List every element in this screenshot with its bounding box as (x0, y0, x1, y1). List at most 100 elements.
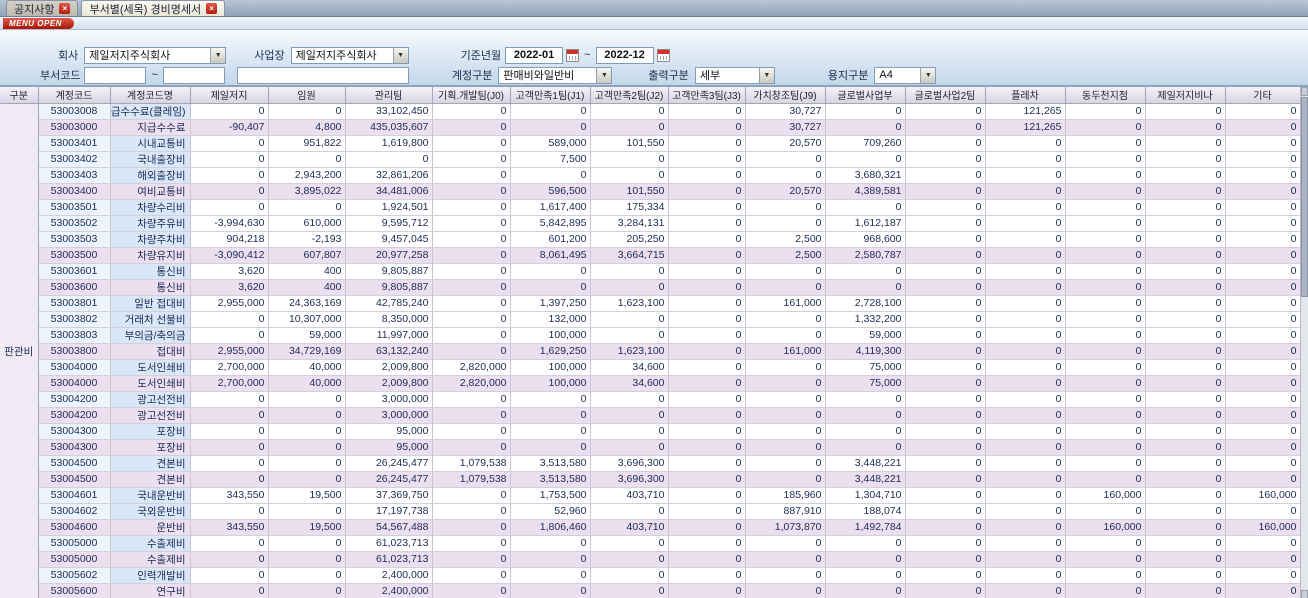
value-cell[interactable]: 0 (590, 423, 669, 440)
value-cell[interactable]: 0 (268, 103, 346, 120)
table-row[interactable]: 53004600 운반비 343,550 19,500 54,567,488 0 1,806… (0, 519, 1301, 536)
value-cell[interactable]: 0 (985, 151, 1066, 168)
account-code-cell[interactable]: 53004601 (38, 487, 111, 504)
value-cell[interactable]: 20,570 (745, 135, 826, 152)
value-cell[interactable]: 0 (1065, 439, 1146, 456)
value-cell[interactable]: -3,090,412 (190, 247, 269, 264)
value-cell[interactable]: 3,696,300 (590, 471, 669, 488)
value-cell[interactable]: 3,513,580 (510, 471, 591, 488)
value-cell[interactable]: 0 (985, 567, 1066, 584)
value-cell[interactable]: 0 (268, 535, 346, 552)
value-cell[interactable]: 0 (432, 215, 511, 232)
value-cell[interactable]: 0 (510, 567, 591, 584)
value-cell[interactable]: 0 (432, 183, 511, 200)
account-name-cell[interactable]: 국내운반비 (110, 487, 191, 504)
value-cell[interactable]: 0 (985, 263, 1066, 280)
value-cell[interactable]: 0 (1145, 455, 1226, 472)
column-header[interactable]: 고객만족3팀(J3) (668, 87, 746, 104)
value-cell[interactable]: 0 (268, 423, 346, 440)
value-cell[interactable]: 0 (190, 439, 269, 456)
value-cell[interactable]: 0 (432, 391, 511, 408)
dept-to-input[interactable] (162, 66, 225, 84)
value-cell[interactable]: 0 (190, 167, 269, 184)
account-name-cell[interactable]: 인력개발비 (110, 567, 191, 584)
column-header[interactable]: 글로벌사업2팀 (905, 87, 986, 104)
value-cell[interactable]: 0 (745, 151, 826, 168)
account-code-cell[interactable]: 53003600 (38, 279, 111, 296)
table-row[interactable]: 53004500 견본비 0 0 26,245,477 1,079,538 3,513,58… (0, 455, 1301, 472)
value-cell[interactable]: 0 (668, 135, 746, 152)
value-cell[interactable]: 0 (590, 439, 669, 456)
value-cell[interactable]: 52,960 (510, 503, 591, 520)
value-cell[interactable]: 0 (1225, 535, 1301, 552)
value-cell[interactable]: 34,600 (590, 375, 669, 392)
value-cell[interactable]: 7,500 (510, 151, 591, 168)
column-header[interactable]: 계정코드명 (110, 87, 191, 104)
value-cell[interactable]: 0 (1065, 247, 1146, 264)
value-cell[interactable]: 0 (1145, 231, 1226, 248)
value-cell[interactable]: 1,619,800 (345, 135, 433, 152)
value-cell[interactable]: 59,000 (825, 327, 906, 344)
account-code-cell[interactable]: 53004200 (38, 407, 111, 424)
value-cell[interactable]: 596,500 (510, 183, 591, 200)
value-cell[interactable]: 0 (1225, 199, 1301, 216)
value-cell[interactable]: 3,448,221 (825, 455, 906, 472)
value-cell[interactable]: 0 (432, 231, 511, 248)
value-cell[interactable]: 0 (668, 583, 746, 598)
value-cell[interactable]: 0 (1065, 455, 1146, 472)
account-code-cell[interactable]: 53004200 (38, 391, 111, 408)
column-header[interactable]: 기타 (1225, 87, 1301, 104)
account-code-cell[interactable]: 53003500 (38, 247, 111, 264)
value-cell[interactable]: 0 (668, 231, 746, 248)
value-cell[interactable]: 0 (1225, 103, 1301, 120)
value-cell[interactable]: 0 (1145, 583, 1226, 598)
value-cell[interactable]: 0 (1145, 167, 1226, 184)
value-cell[interactable]: 0 (825, 391, 906, 408)
value-cell[interactable]: 0 (745, 199, 826, 216)
value-cell[interactable]: 121,265 (985, 119, 1066, 136)
value-cell[interactable]: 0 (905, 359, 986, 376)
value-cell[interactable]: 0 (1225, 359, 1301, 376)
value-cell[interactable]: 0 (432, 279, 511, 296)
value-cell[interactable]: 0 (905, 439, 986, 456)
value-cell[interactable]: 0 (1145, 151, 1226, 168)
value-cell[interactable]: 0 (432, 535, 511, 552)
column-header[interactable]: 계정코드 (38, 87, 111, 104)
value-cell[interactable]: 0 (510, 407, 591, 424)
value-cell[interactable]: 0 (985, 359, 1066, 376)
value-cell[interactable]: 0 (590, 311, 669, 328)
value-cell[interactable]: 40,000 (268, 359, 346, 376)
value-cell[interactable]: 0 (1065, 423, 1146, 440)
value-cell[interactable]: 9,595,712 (345, 215, 433, 232)
value-cell[interactable]: 0 (668, 471, 746, 488)
value-cell[interactable]: 0 (745, 583, 826, 598)
value-cell[interactable]: 0 (825, 119, 906, 136)
account-name-cell[interactable]: 견본비 (110, 455, 191, 472)
value-cell[interactable]: 0 (268, 471, 346, 488)
table-row[interactable]: 53005600 연구비 0 0 2,400,000 0 0 0 0 0 0 0 0 0 0 0 (0, 583, 1301, 598)
value-cell[interactable]: 0 (268, 567, 346, 584)
value-cell[interactable]: 1,612,187 (825, 215, 906, 232)
value-cell[interactable]: 0 (1225, 551, 1301, 568)
value-cell[interactable]: 37,369,750 (345, 487, 433, 504)
value-cell[interactable]: 4,800 (268, 119, 346, 136)
value-cell[interactable]: 3,284,131 (590, 215, 669, 232)
account-name-cell[interactable]: 수출제비 (110, 535, 191, 552)
value-cell[interactable]: 0 (190, 199, 269, 216)
account-name-cell[interactable]: 접대비 (110, 343, 191, 360)
table-row[interactable]: 53003600 통신비 3,620 400 9,805,887 0 0 0 0 0 0 0 0 0 0 0 (0, 279, 1301, 296)
value-cell[interactable]: 0 (905, 311, 986, 328)
value-cell[interactable]: 26,245,477 (345, 471, 433, 488)
value-cell[interactable]: 4,119,300 (825, 343, 906, 360)
table-row[interactable]: 53003402 국내출장비 0 0 0 0 7,500 0 0 0 0 0 0 0 0 0 (0, 151, 1301, 168)
value-cell[interactable]: 0 (432, 119, 511, 136)
account-name-cell[interactable]: 차량유지비 (110, 247, 191, 264)
column-header[interactable]: 플레차 (985, 87, 1066, 104)
account-name-cell[interactable]: 운반비 (110, 519, 191, 536)
value-cell[interactable]: 0 (905, 231, 986, 248)
value-cell[interactable]: 0 (745, 391, 826, 408)
value-cell[interactable]: 0 (1065, 295, 1146, 312)
value-cell[interactable]: 0 (268, 583, 346, 598)
value-cell[interactable]: 0 (432, 487, 511, 504)
value-cell[interactable]: 0 (1145, 103, 1226, 120)
